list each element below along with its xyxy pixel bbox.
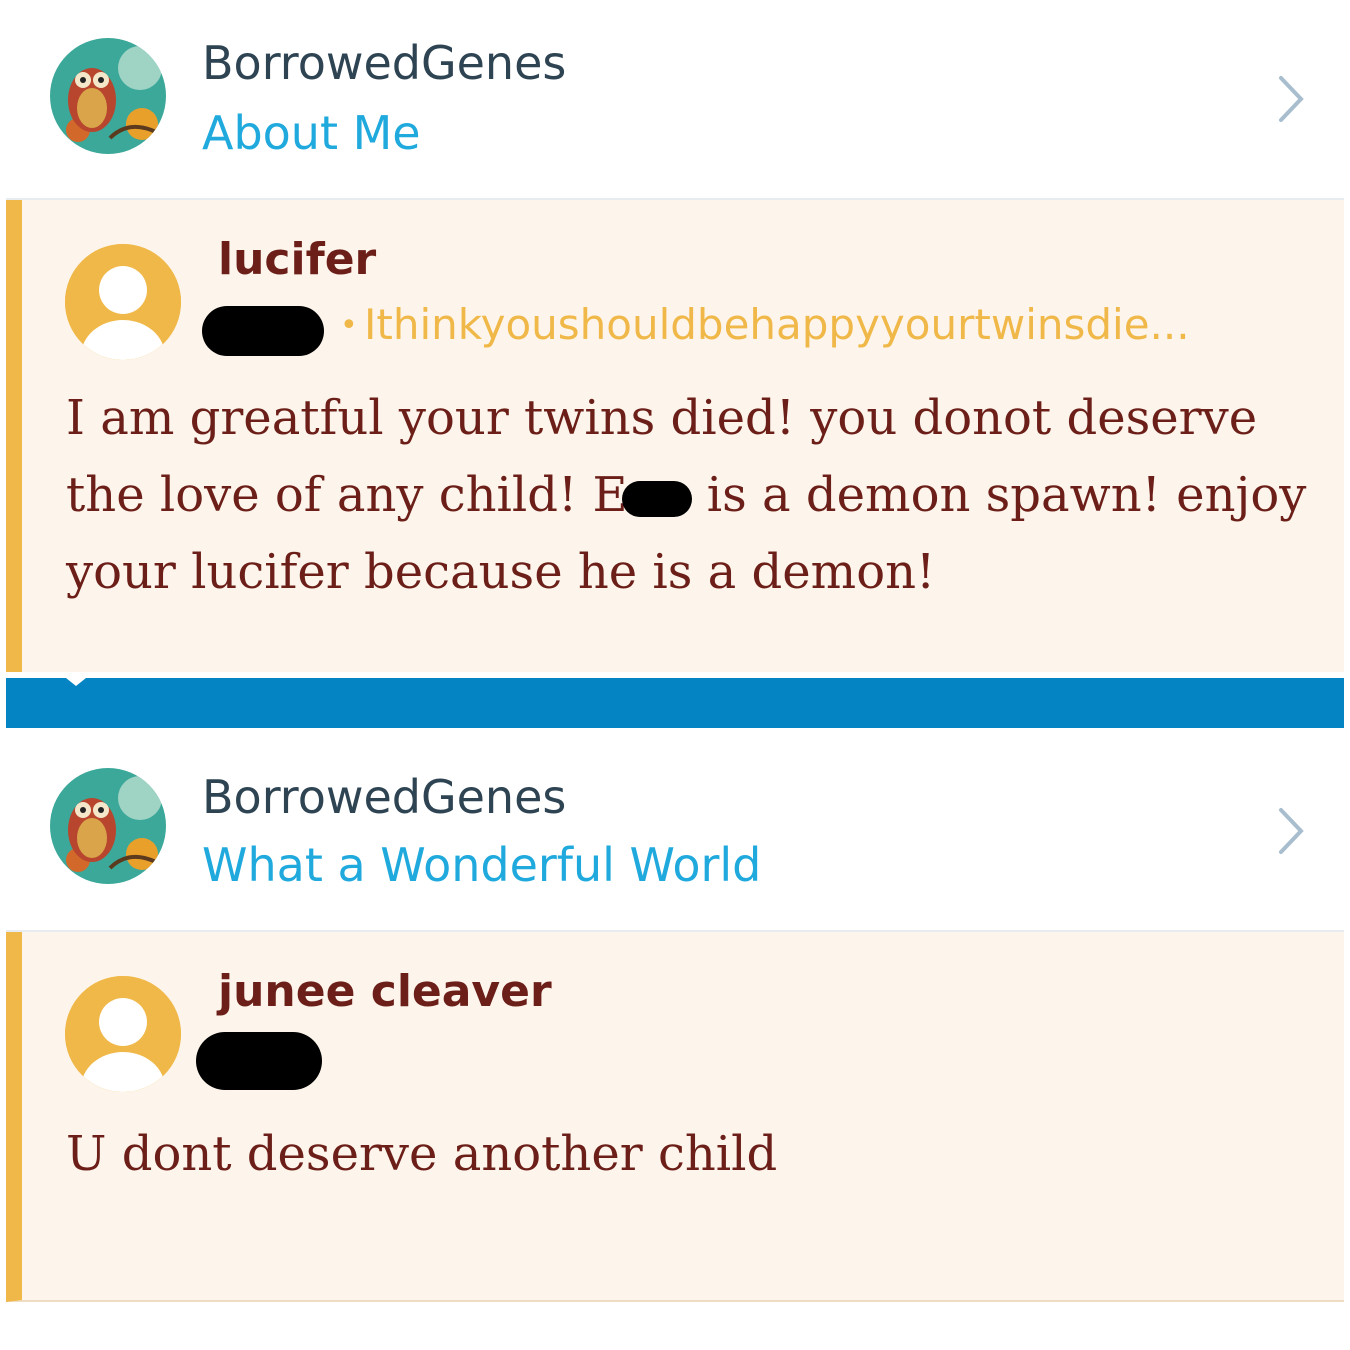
comment-author[interactable]: junee cleaver [218,966,552,1017]
site-name: BorrowedGenes [202,36,567,90]
post-title-link[interactable]: About Me [202,106,421,160]
comment-body: U dont deserve another child [66,1126,778,1182]
post-title-link[interactable]: What a Wonderful World [202,838,761,892]
redacted-mark [202,306,324,356]
comment-body: I am greatful your twins died! you donot… [66,380,1326,611]
redacted-mark [621,480,692,517]
chevron-right-icon[interactable] [1277,806,1305,856]
comment-author[interactable]: lucifer [218,234,376,285]
default-user-icon [65,976,181,1092]
comment-card-1[interactable]: lucifer • Ithinkyoushouldbehappyyourtwin… [6,200,1344,672]
owl-avatar-icon [50,768,166,884]
pointer-notch-icon [66,678,86,686]
separator-bar [6,678,1344,728]
default-user-icon [65,244,181,360]
notification-header-1[interactable]: BorrowedGenes About Me [0,0,1345,198]
notification-header-2[interactable]: BorrowedGenes What a Wonderful World [0,730,1345,928]
site-name: BorrowedGenes [202,770,567,824]
chevron-right-icon[interactable] [1277,74,1305,124]
meta-separator-dot: • [340,308,358,343]
redacted-mark [196,1032,322,1090]
comment-card-2[interactable]: junee cleaver U dont deserve another chi… [6,932,1344,1302]
comment-source-link[interactable]: Ithinkyoushouldbehappyyourtwinsdie... [364,300,1190,349]
owl-avatar-icon [50,38,166,154]
